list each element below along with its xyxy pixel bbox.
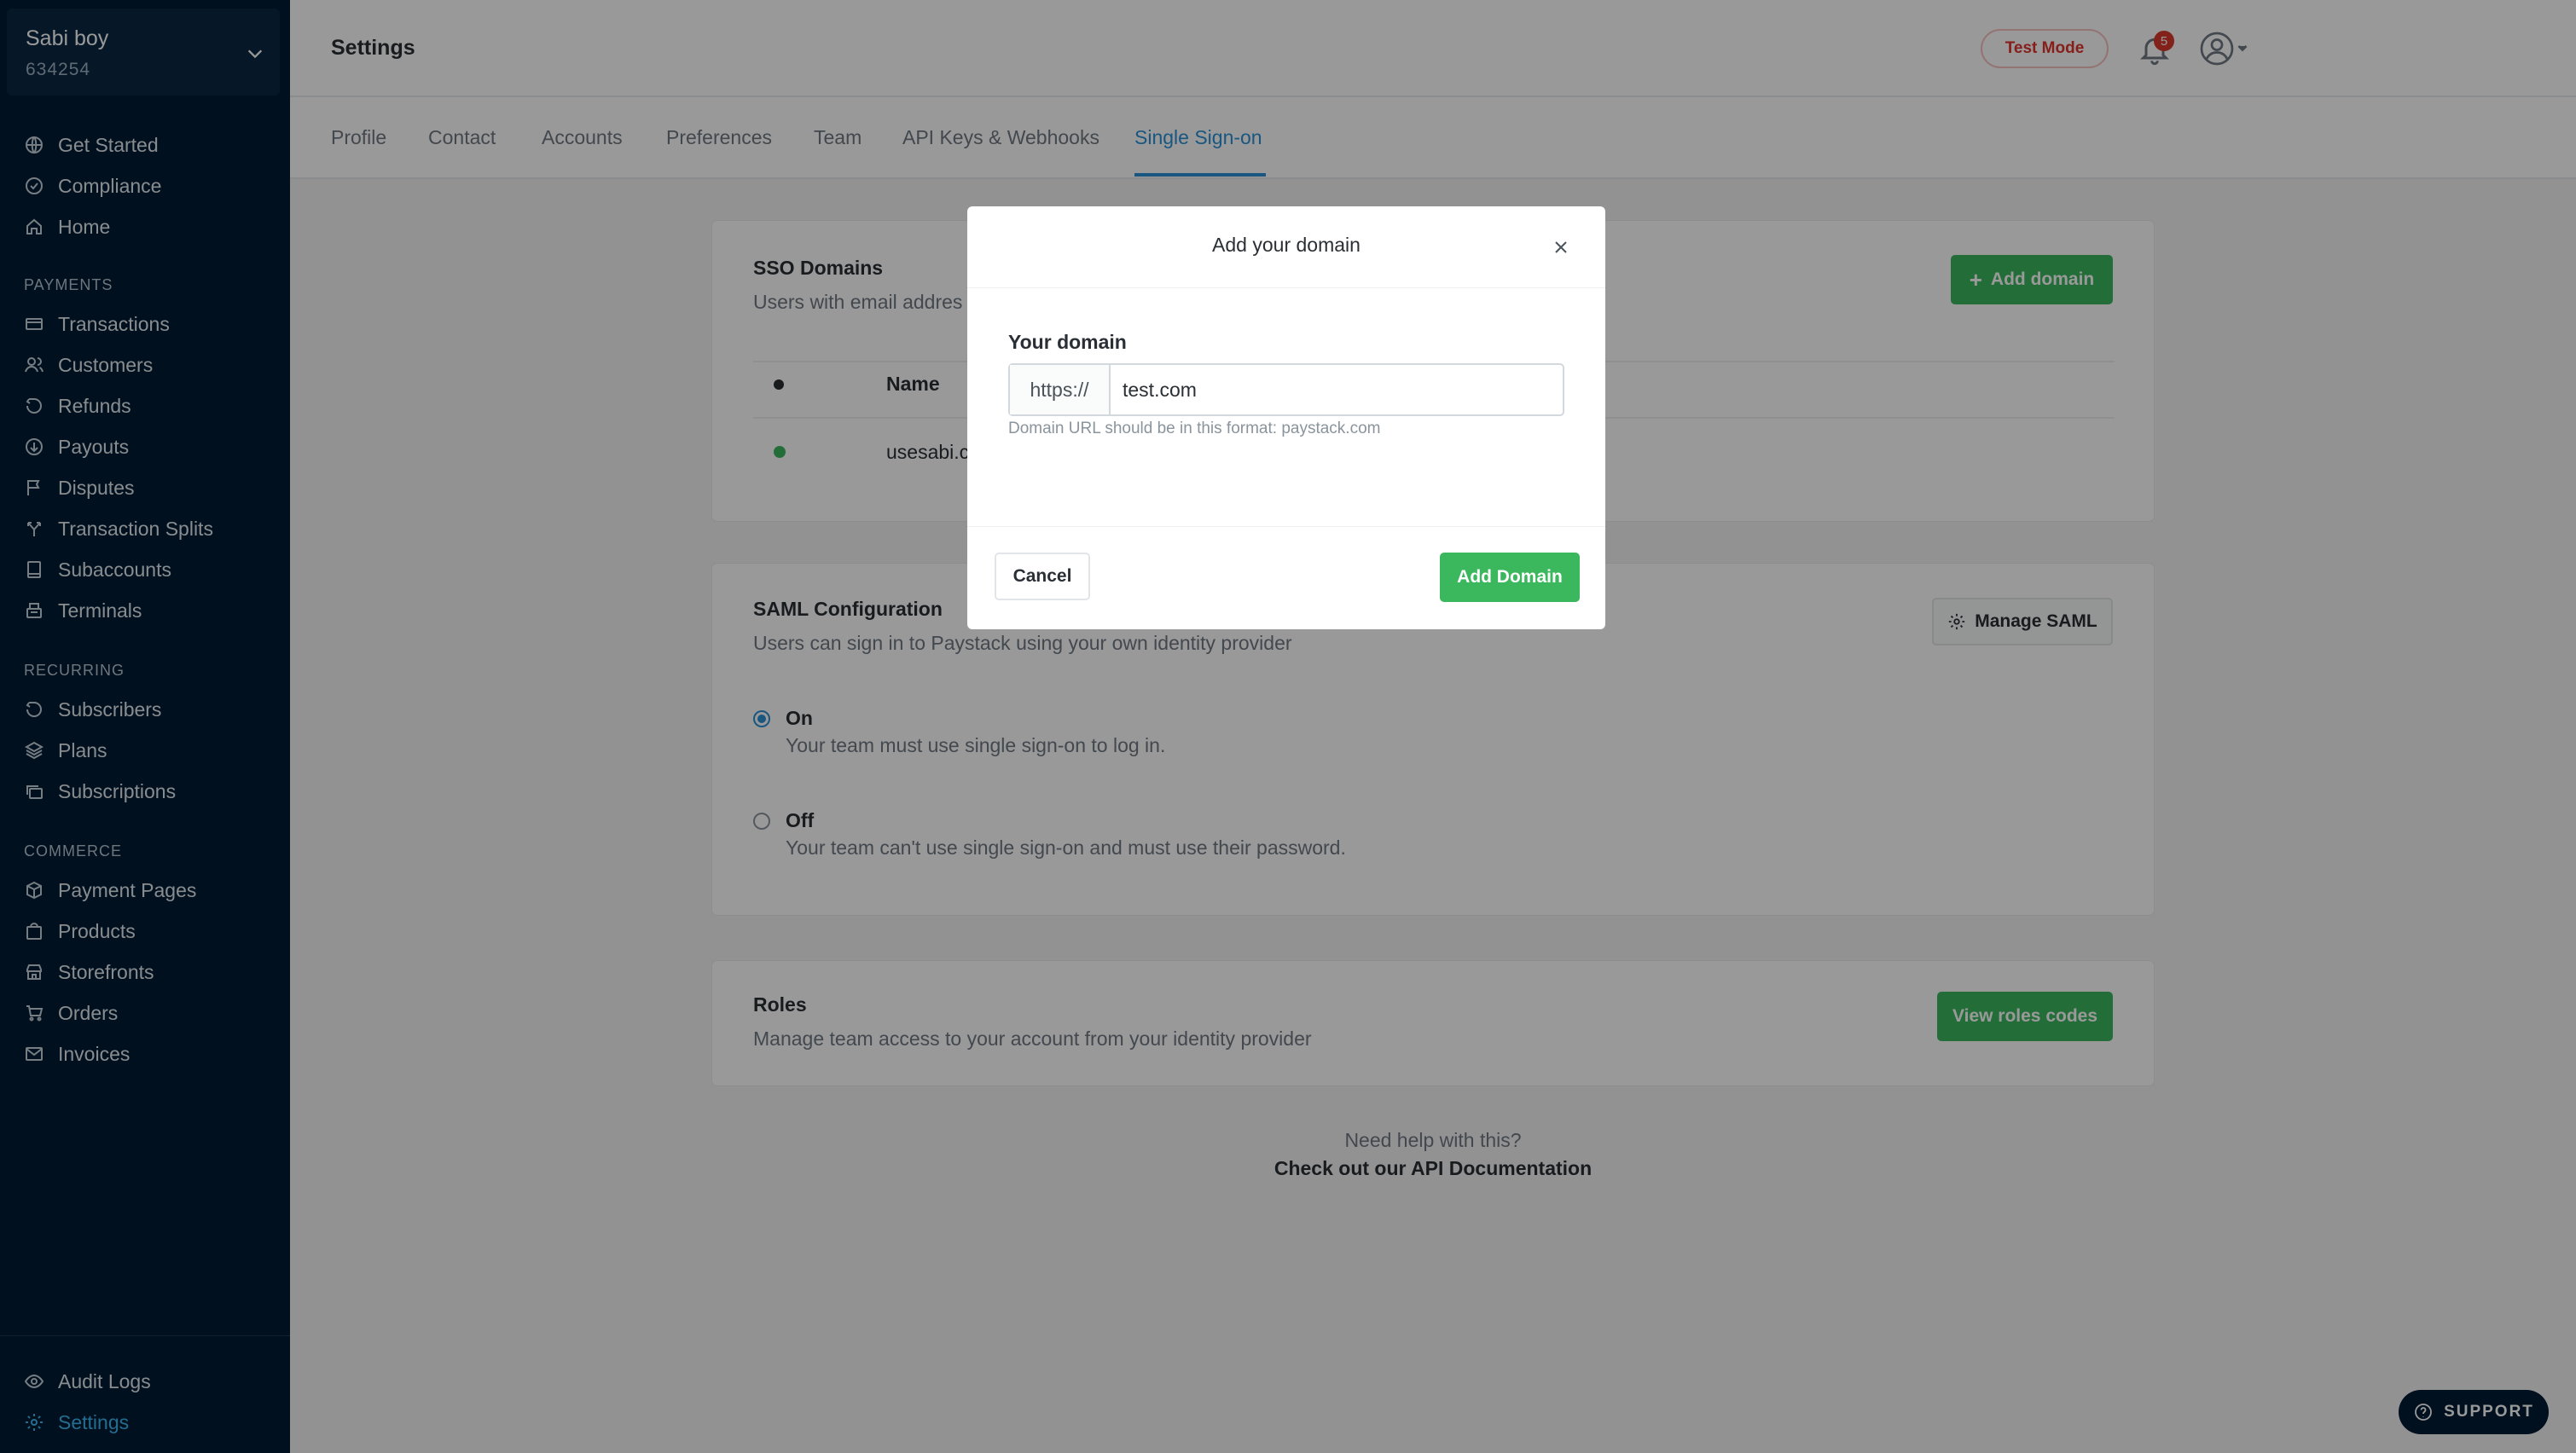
domain-field-label: Your domain bbox=[1008, 331, 1127, 353]
add-domain-submit-button[interactable]: Add Domain bbox=[1440, 553, 1580, 602]
domain-field: https:// bbox=[1008, 363, 1564, 416]
cancel-button[interactable]: Cancel bbox=[995, 553, 1090, 600]
modal-footer-divider bbox=[967, 526, 1605, 527]
domain-hint: Domain URL should be in this format: pay… bbox=[1008, 420, 1381, 437]
add-domain-modal: Add your domain Your domain https:// Dom… bbox=[967, 206, 1605, 629]
modal-title: Add your domain bbox=[1212, 234, 1361, 256]
close-icon[interactable] bbox=[1551, 237, 1571, 258]
modal-header-divider bbox=[967, 287, 1605, 288]
domain-input[interactable] bbox=[1111, 365, 1563, 414]
domain-prefix: https:// bbox=[1010, 365, 1111, 414]
